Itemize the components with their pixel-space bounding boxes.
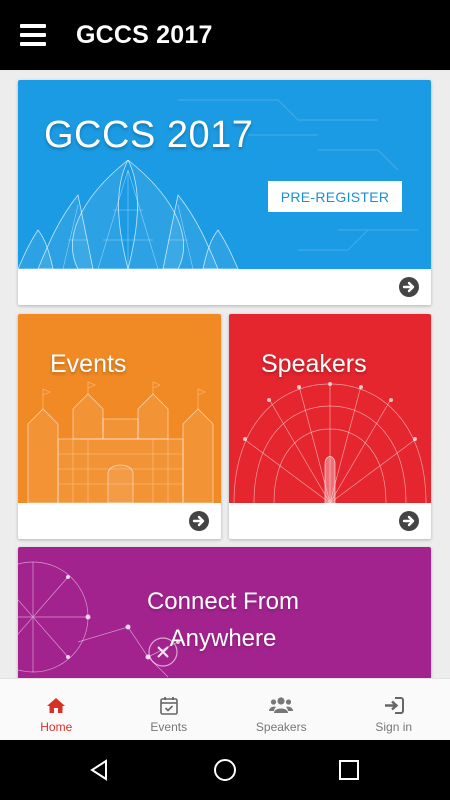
connect-banner: Connect From Anywhere: [18, 547, 431, 678]
sign-in-icon: [384, 695, 404, 715]
back-icon[interactable]: [84, 755, 114, 785]
speakers-card[interactable]: Speakers: [229, 314, 431, 539]
system-navigation-bar: [0, 740, 450, 800]
hero-banner: GCCS 2017 PRE-REGISTER: [18, 80, 431, 269]
bottom-navigation: Home Events Speakers Sign in: [0, 678, 450, 740]
arrow-circle-right-icon[interactable]: [398, 510, 420, 532]
nav-events-label: Events: [150, 720, 188, 734]
connect-title-line1: Connect From: [146, 588, 300, 615]
arrow-circle-right-icon[interactable]: [398, 276, 420, 298]
menu-button[interactable]: [0, 0, 76, 70]
nav-speakers-label: Speakers: [255, 720, 307, 734]
pre-register-button[interactable]: PRE-REGISTER: [268, 181, 402, 212]
dashboard: GCCS 2017 PRE-REGISTER Events Speakers C…: [0, 70, 450, 678]
speakers-title: Speakers: [261, 350, 367, 378]
nav-sign-in[interactable]: Sign in: [338, 679, 450, 740]
events-card[interactable]: Events: [18, 314, 221, 539]
peacock-illustration: [233, 382, 427, 503]
events-card-footer: [18, 503, 221, 539]
home-icon: [46, 695, 66, 715]
connect-card[interactable]: Connect From Anywhere: [18, 547, 431, 678]
speakers-card-footer: [229, 503, 431, 539]
users-icon: [269, 695, 294, 715]
red-fort-illustration: [27, 381, 214, 503]
connect-title: Connect From Anywhere: [128, 583, 318, 657]
nav-events[interactable]: Events: [113, 679, 226, 740]
hero-card-footer: [18, 269, 431, 305]
app-bar: GCCS 2017: [0, 0, 450, 70]
speakers-banner: Speakers: [229, 314, 431, 503]
nav-home-label: Home: [40, 720, 73, 734]
connect-title-line2: Anywhere: [169, 625, 277, 652]
nav-home[interactable]: Home: [0, 679, 113, 740]
calendar-check-icon: [159, 695, 178, 715]
arrow-circle-right-icon[interactable]: [188, 510, 210, 532]
recents-icon[interactable]: [334, 755, 364, 785]
nav-sign-in-label: Sign in: [375, 720, 413, 734]
hero-card[interactable]: GCCS 2017 PRE-REGISTER: [18, 80, 431, 305]
events-title: Events: [50, 350, 127, 378]
hero-title: GCCS 2017: [44, 114, 254, 156]
hamburger-menu-icon: [20, 24, 46, 46]
events-banner: Events: [18, 314, 221, 503]
app-title: GCCS 2017: [76, 20, 213, 49]
home-circle-icon[interactable]: [210, 755, 240, 785]
lotus-temple-illustration: [18, 99, 418, 269]
nav-speakers[interactable]: Speakers: [225, 679, 338, 740]
